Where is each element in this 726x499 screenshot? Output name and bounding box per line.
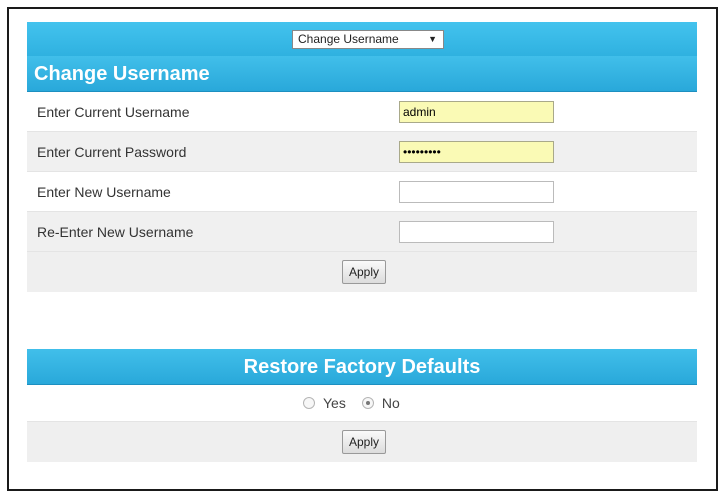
- page-selector-dropdown[interactable]: Change Username ▼: [292, 30, 444, 49]
- page-selector-bar: Change Username ▼: [27, 22, 697, 56]
- change-username-title: Change Username: [27, 56, 697, 92]
- restore-defaults-title: Restore Factory Defaults: [27, 349, 697, 385]
- current-password-label: Enter Current Password: [37, 144, 187, 160]
- form-row-new-username: Enter New Username: [27, 172, 697, 212]
- form-row-reenter-username: Re-Enter New Username: [27, 212, 697, 252]
- new-username-label: Enter New Username: [37, 184, 171, 200]
- change-username-apply-button[interactable]: Apply: [342, 260, 386, 284]
- new-username-input[interactable]: [399, 181, 554, 203]
- restore-yes-radio[interactable]: [303, 397, 315, 409]
- change-username-panel: Change Username ▼ Change Username Enter …: [27, 22, 697, 292]
- restore-defaults-panel: Restore Factory Defaults Yes No Apply: [27, 349, 697, 462]
- restore-options-row: Yes No: [27, 385, 697, 422]
- restore-apply-row: Apply: [27, 422, 697, 462]
- form-row-current-password: Enter Current Password: [27, 132, 697, 172]
- page-selector-value: Change Username: [298, 32, 399, 46]
- restore-no-radio[interactable]: [361, 397, 374, 409]
- current-username-input[interactable]: [399, 101, 554, 123]
- restore-apply-button[interactable]: Apply: [342, 430, 386, 454]
- restore-yes-label[interactable]: Yes: [323, 395, 346, 411]
- restore-radio-group: Yes No: [303, 395, 416, 411]
- restore-no-label[interactable]: No: [382, 395, 400, 411]
- change-username-apply-row: Apply: [27, 252, 697, 292]
- current-password-input[interactable]: [399, 141, 554, 163]
- reenter-username-input[interactable]: [399, 221, 554, 243]
- dropdown-arrow-icon: ▼: [428, 34, 437, 44]
- current-username-label: Enter Current Username: [37, 104, 190, 120]
- reenter-username-label: Re-Enter New Username: [37, 224, 194, 240]
- form-row-current-username: Enter Current Username: [27, 92, 697, 132]
